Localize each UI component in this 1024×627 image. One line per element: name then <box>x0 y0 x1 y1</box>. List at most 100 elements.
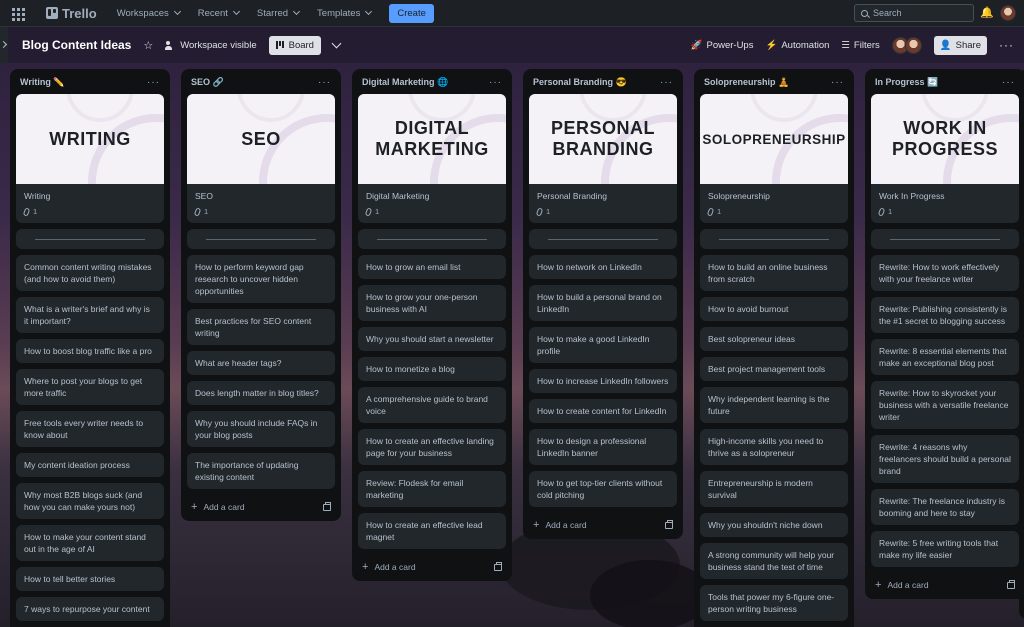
list-column[interactable]: SEO 🔗 ··· SEO SEO 1 How to perform keywo… <box>181 69 341 521</box>
divider-card[interactable] <box>358 229 506 249</box>
list-title[interactable]: In Progress 🔄 <box>875 77 938 88</box>
add-card-button[interactable]: + Add a card <box>529 513 677 533</box>
list-header[interactable]: Digital Marketing 🌐 ··· <box>358 75 506 94</box>
list-title[interactable]: Personal Branding 😎 <box>533 77 627 88</box>
card[interactable]: High-income skills you need to thrive as… <box>700 429 848 465</box>
card[interactable]: Rewrite: 5 free writing tools that make … <box>871 531 1019 567</box>
board-menu-icon[interactable]: ··· <box>999 38 1014 52</box>
list-header[interactable]: Writing ✏️ ··· <box>16 75 164 94</box>
card[interactable]: Where to post your blogs to get more tra… <box>16 369 164 405</box>
card[interactable]: Why you should include FAQs in your blog… <box>187 411 335 447</box>
list-menu-icon[interactable]: ··· <box>831 77 844 88</box>
divider-card[interactable] <box>187 229 335 249</box>
card[interactable]: Rewrite: How to work effectively with yo… <box>871 255 1019 291</box>
card[interactable]: How to create an effective landing page … <box>358 429 506 465</box>
card[interactable]: Best practices for SEO content writing <box>187 309 335 345</box>
card[interactable]: Why you should start a newsletter <box>358 327 506 351</box>
notifications-icon[interactable]: 🔔 <box>980 6 994 20</box>
card[interactable]: Free tools every writer needs to know ab… <box>16 411 164 447</box>
list-menu-icon[interactable]: ··· <box>318 77 331 88</box>
divider-card[interactable] <box>700 229 848 249</box>
card[interactable]: Does length matter in blog titles? <box>187 381 335 405</box>
list-title[interactable]: SEO 🔗 <box>191 77 224 88</box>
card[interactable]: Common content writing mistakes (and how… <box>16 255 164 291</box>
workspace-visibility-button[interactable]: Workspace visible <box>165 40 257 51</box>
cover-card[interactable]: DIGITAL MARKETING Digital Marketing 1 <box>358 94 506 223</box>
card[interactable]: Rewrite: How to skyrocket your business … <box>871 381 1019 429</box>
list-title[interactable]: Writing ✏️ <box>20 77 65 88</box>
card[interactable]: How to design a professional LinkedIn ba… <box>529 429 677 465</box>
card[interactable]: A strong community will help your busine… <box>700 543 848 579</box>
card[interactable]: Rewrite: The freelance industry is boomi… <box>871 489 1019 525</box>
card[interactable]: How to grow an email list <box>358 255 506 279</box>
card[interactable]: How to build a personal brand on LinkedI… <box>529 285 677 321</box>
card[interactable]: 7 ways to repurpose your content <box>16 597 164 621</box>
list-menu-icon[interactable]: ··· <box>660 77 673 88</box>
share-button[interactable]: 👤 Share <box>933 35 987 55</box>
card[interactable]: How to make a good LinkedIn profile <box>529 327 677 363</box>
card[interactable]: Entrepreneurship is modern survival <box>700 471 848 507</box>
card[interactable]: How to create content for LinkedIn <box>529 399 677 423</box>
cover-card[interactable]: SOLOPRENEURSHIP Solopreneurship 1 <box>700 94 848 223</box>
card[interactable]: Why most B2B blogs suck (and how you can… <box>16 483 164 519</box>
card[interactable]: My content ideation process <box>16 453 164 477</box>
list-column[interactable]: Writing ✏️ ··· WRITING Writing 1 Common … <box>10 69 170 627</box>
card[interactable]: Tools that power my 6-figure one-person … <box>700 585 848 621</box>
board-title[interactable]: Blog Content Ideas <box>22 38 131 52</box>
list-menu-icon[interactable]: ··· <box>147 77 160 88</box>
card[interactable]: How to boost blog traffic like a pro <box>16 339 164 363</box>
list-menu-icon[interactable]: ··· <box>1002 77 1015 88</box>
nav-workspaces[interactable]: Workspaces <box>111 4 186 23</box>
app-switcher-icon[interactable] <box>8 3 30 23</box>
card[interactable]: How to tell better stories <box>16 567 164 591</box>
card[interactable]: Rewrite: Publishing consistently is the … <box>871 297 1019 333</box>
divider-card[interactable] <box>529 229 677 249</box>
cover-card[interactable]: PERSONAL BRANDING Personal Branding 1 <box>529 94 677 223</box>
card-template-icon[interactable] <box>323 501 331 511</box>
list-header[interactable]: Personal Branding 😎 ··· <box>529 75 677 94</box>
list-title[interactable]: Digital Marketing 🌐 <box>362 77 448 88</box>
card[interactable]: Why you shouldn't niche down <box>700 513 848 537</box>
cover-card[interactable]: SEO SEO 1 <box>187 94 335 223</box>
divider-card[interactable] <box>871 229 1019 249</box>
list-column[interactable]: Personal Branding 😎 ··· PERSONAL BRANDIN… <box>523 69 683 539</box>
list-menu-icon[interactable]: ··· <box>489 77 502 88</box>
list-header[interactable]: Solopreneurship 🧘 ··· <box>700 75 848 94</box>
card[interactable]: What is a writer's brief and why is it i… <box>16 297 164 333</box>
card[interactable]: How to monetize a blog <box>358 357 506 381</box>
board-members[interactable] <box>891 36 922 54</box>
card[interactable]: Review: Flodesk for email marketing <box>358 471 506 507</box>
sidebar-expand-icon[interactable] <box>0 27 8 63</box>
card[interactable]: Rewrite: 4 reasons why freelancers shoul… <box>871 435 1019 483</box>
card[interactable]: Rewrite: 8 essential elements that make … <box>871 339 1019 375</box>
card[interactable]: How to build an online business from scr… <box>700 255 848 291</box>
view-switcher-chevron-icon[interactable] <box>331 38 342 48</box>
list-header[interactable]: SEO 🔗 ··· <box>187 75 335 94</box>
card[interactable]: How to grow your one-person business wit… <box>358 285 506 321</box>
card[interactable]: A comprehensive guide to brand voice <box>358 387 506 423</box>
list-header[interactable]: In Progress 🔄 ··· <box>871 75 1019 94</box>
card[interactable]: The importance of updating existing cont… <box>187 453 335 489</box>
search-input[interactable]: Search <box>854 4 974 22</box>
card[interactable]: How to avoid burnout <box>700 297 848 321</box>
user-avatar[interactable] <box>1000 5 1016 21</box>
list-column[interactable]: Digital Marketing 🌐 ··· DIGITAL MARKETIN… <box>352 69 512 581</box>
filters-button[interactable]: ☰ Filters <box>841 40 879 51</box>
nav-templates[interactable]: Templates <box>311 4 377 23</box>
cover-card[interactable]: WRITING Writing 1 <box>16 94 164 223</box>
card[interactable]: Best solopreneur ideas <box>700 327 848 351</box>
list-column[interactable]: Solopreneurship 🧘 ··· SOLOPRENEURSHIP So… <box>694 69 854 627</box>
card[interactable]: How to make your content stand out in th… <box>16 525 164 561</box>
card[interactable]: How to create an effective lead magnet <box>358 513 506 549</box>
add-card-button[interactable]: + Add a card <box>187 495 335 515</box>
board-view-button[interactable]: Board <box>268 35 321 55</box>
card-template-icon[interactable] <box>1007 579 1015 589</box>
card-template-icon[interactable] <box>665 519 673 529</box>
add-card-button[interactable]: + Add a card <box>358 555 506 575</box>
card[interactable]: How to perform keyword gap research to u… <box>187 255 335 303</box>
card[interactable]: What are header tags? <box>187 351 335 375</box>
card[interactable]: How to increase LinkedIn followers <box>529 369 677 393</box>
divider-card[interactable] <box>16 229 164 249</box>
card-template-icon[interactable] <box>494 561 502 571</box>
create-button[interactable]: Create <box>389 3 434 23</box>
